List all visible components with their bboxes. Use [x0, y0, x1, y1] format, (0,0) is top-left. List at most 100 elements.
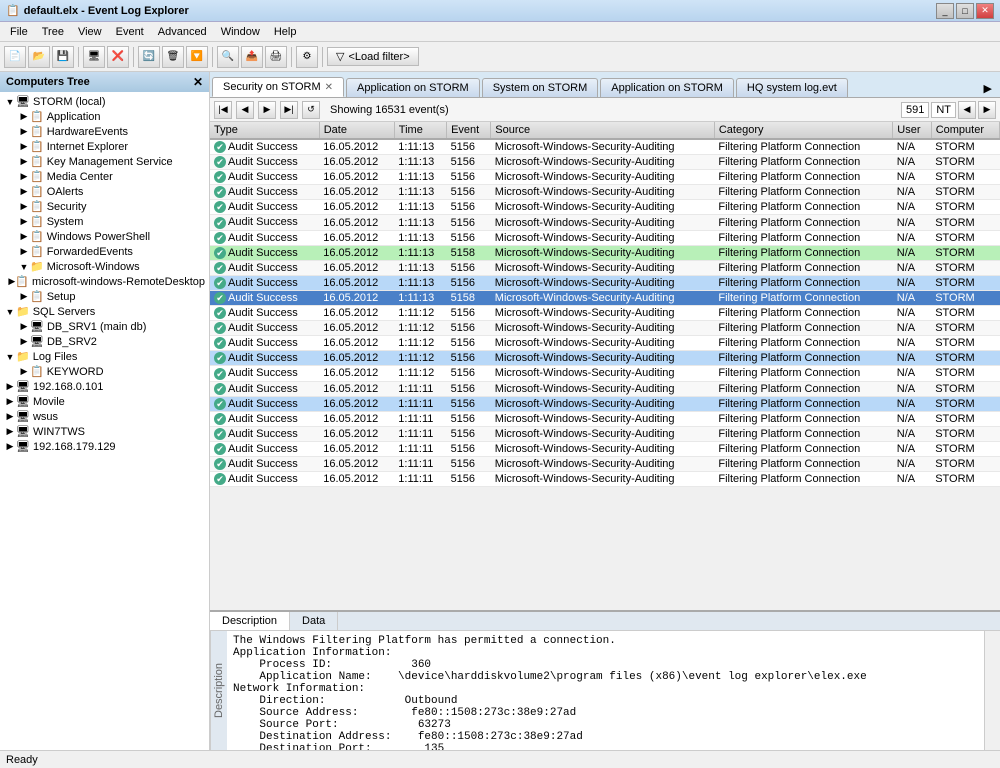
- tree-expand-sqlservers[interactable]: ▼: [4, 307, 16, 317]
- sidebar-item-application[interactable]: ▶📋Application: [2, 109, 207, 124]
- table-row[interactable]: ✔Audit Success16.05.20121:11:115156Micro…: [210, 456, 1000, 471]
- tab-close-0[interactable]: ✕: [325, 82, 333, 93]
- table-row[interactable]: ✔Audit Success16.05.20121:11:115156Micro…: [210, 411, 1000, 426]
- menu-advanced[interactable]: Advanced: [152, 24, 213, 40]
- menu-window[interactable]: Window: [215, 24, 266, 40]
- tree-expand-movie[interactable]: ▶: [4, 396, 16, 407]
- col-computer[interactable]: Computer: [931, 122, 999, 139]
- tab-4[interactable]: HQ system log.evt: [736, 78, 848, 97]
- col-source[interactable]: Source: [491, 122, 715, 139]
- tree-expand-ie[interactable]: ▶: [18, 141, 30, 152]
- table-row[interactable]: ✔Audit Success16.05.20121:11:125156Micro…: [210, 321, 1000, 336]
- nav-first-button[interactable]: |◀: [214, 101, 232, 119]
- table-row[interactable]: ✔Audit Success16.05.20121:11:135156Micro…: [210, 200, 1000, 215]
- sidebar-item-dbmain[interactable]: ▶🖥DB_SRV1 (main db): [2, 319, 207, 334]
- tb-find[interactable]: 🔍: [217, 46, 239, 68]
- col-event[interactable]: Event: [447, 122, 491, 139]
- sidebar-item-mswinremote[interactable]: ▶📋microsoft-windows-RemoteDesktop: [2, 274, 207, 289]
- sidebar-item-fwdevents[interactable]: ▶📋ForwardedEvents: [2, 244, 207, 259]
- sidebar-item-system[interactable]: ▶📋System: [2, 214, 207, 229]
- tab-0[interactable]: Security on STORM✕: [212, 77, 344, 97]
- table-row[interactable]: ✔Audit Success16.05.20121:11:135156Micro…: [210, 230, 1000, 245]
- sidebar-item-mediacenter[interactable]: ▶📋Media Center: [2, 169, 207, 184]
- table-row[interactable]: ✔Audit Success16.05.20121:11:115156Micro…: [210, 381, 1000, 396]
- tree-expand-storm[interactable]: ▼: [4, 97, 16, 107]
- tb-print[interactable]: 🖨: [265, 46, 287, 68]
- tb-filter[interactable]: 🔽: [186, 46, 208, 68]
- sidebar-item-storm[interactable]: ▼🖥STORM (local): [2, 94, 207, 109]
- log-table-container[interactable]: Type Date Time Event Source Category Use…: [210, 122, 1000, 610]
- menu-help[interactable]: Help: [268, 24, 303, 40]
- tree-expand-oalerts[interactable]: ▶: [18, 186, 30, 197]
- tree-expand-dbsrv2[interactable]: ▶: [18, 336, 30, 347]
- table-row[interactable]: ✔Audit Success16.05.20121:11:135156Micro…: [210, 155, 1000, 170]
- tree-expand-kms[interactable]: ▶: [18, 156, 30, 167]
- sidebar-item-keyword[interactable]: ▶📋KEYWORD: [2, 364, 207, 379]
- table-row[interactable]: ✔Audit Success16.05.20121:11:135156Micro…: [210, 260, 1000, 275]
- tb-refresh[interactable]: 🔄: [138, 46, 160, 68]
- tree-expand-mediacenter[interactable]: ▶: [18, 171, 30, 182]
- sidebar-item-win7tws[interactable]: ▶🖥WIN7TWS: [2, 424, 207, 439]
- tree-expand-mswinremote[interactable]: ▶: [8, 276, 15, 287]
- tree-expand-logfiles[interactable]: ▼: [4, 352, 16, 362]
- col-user[interactable]: User: [893, 122, 931, 139]
- sidebar-item-oalerts[interactable]: ▶📋OAlerts: [2, 184, 207, 199]
- table-row[interactable]: ✔Audit Success16.05.20121:11:135156Micro…: [210, 215, 1000, 230]
- close-button[interactable]: ✕: [976, 3, 994, 19]
- sidebar-item-kms[interactable]: ▶📋Key Management Service: [2, 154, 207, 169]
- tree-expand-fwdevents[interactable]: ▶: [18, 246, 30, 257]
- tree-expand-application[interactable]: ▶: [18, 111, 30, 122]
- sidebar-item-dbsrv2[interactable]: ▶🖥DB_SRV2: [2, 334, 207, 349]
- tree-expand-win7tws[interactable]: ▶: [4, 426, 16, 437]
- menu-view[interactable]: View: [72, 24, 108, 40]
- table-row[interactable]: ✔Audit Success16.05.20121:11:135158Micro…: [210, 290, 1000, 305]
- menu-event[interactable]: Event: [110, 24, 150, 40]
- counter-next-button[interactable]: ▶: [978, 101, 996, 119]
- tree-expand-dbmain[interactable]: ▶: [18, 321, 30, 332]
- table-row[interactable]: ✔Audit Success16.05.20121:11:115156Micro…: [210, 472, 1000, 487]
- sidebar-item-logfiles[interactable]: ▼📁Log Files: [2, 349, 207, 364]
- sidebar-item-security[interactable]: ▶📋Security: [2, 199, 207, 214]
- tb-connect[interactable]: 🖥: [83, 46, 105, 68]
- tree-expand-security[interactable]: ▶: [18, 201, 30, 212]
- table-row[interactable]: ✔Audit Success16.05.20121:11:125156Micro…: [210, 336, 1000, 351]
- table-row[interactable]: ✔Audit Success16.05.20121:11:115156Micro…: [210, 426, 1000, 441]
- sidebar-close-button[interactable]: ✕: [193, 75, 203, 89]
- load-filter-button[interactable]: ▽ <Load filter>: [327, 47, 419, 66]
- sidebar-tree[interactable]: ▼🖥STORM (local)▶📋Application▶📋HardwareEv…: [0, 92, 209, 750]
- tab-1[interactable]: Application on STORM: [346, 78, 480, 97]
- tabs-more-button[interactable]: ▶: [978, 80, 998, 97]
- table-row[interactable]: ✔Audit Success16.05.20121:11:135156Micro…: [210, 170, 1000, 185]
- table-row[interactable]: ✔Audit Success16.05.20121:11:135158Micro…: [210, 245, 1000, 260]
- tree-expand-ip1[interactable]: ▶: [4, 381, 16, 392]
- table-row[interactable]: ✔Audit Success16.05.20121:11:135156Micro…: [210, 275, 1000, 290]
- tree-expand-hardwareevents[interactable]: ▶: [18, 126, 30, 137]
- col-date[interactable]: Date: [319, 122, 394, 139]
- nav-last-button[interactable]: ▶|: [280, 101, 298, 119]
- desc-tab-0[interactable]: Description: [210, 612, 290, 630]
- minimize-button[interactable]: _: [936, 3, 954, 19]
- tb-open[interactable]: 📂: [28, 46, 50, 68]
- tab-2[interactable]: System on STORM: [482, 78, 599, 97]
- sidebar-item-wsus[interactable]: ▶🖥wsus: [2, 409, 207, 424]
- sidebar-item-mswin[interactable]: ▼📁Microsoft-Windows: [2, 259, 207, 274]
- tb-export[interactable]: 📤: [241, 46, 263, 68]
- table-row[interactable]: ✔Audit Success16.05.20121:11:135156Micro…: [210, 185, 1000, 200]
- col-type[interactable]: Type: [210, 122, 319, 139]
- sidebar-item-hardwareevents[interactable]: ▶📋HardwareEvents: [2, 124, 207, 139]
- table-row[interactable]: ✔Audit Success16.05.20121:11:125156Micro…: [210, 366, 1000, 381]
- tree-expand-setup[interactable]: ▶: [18, 291, 30, 302]
- menu-file[interactable]: File: [4, 24, 34, 40]
- col-time[interactable]: Time: [394, 122, 446, 139]
- sidebar-item-setup[interactable]: ▶📋Setup: [2, 289, 207, 304]
- tb-disconnect[interactable]: ❌: [107, 46, 129, 68]
- sidebar-item-ip1[interactable]: ▶🖥192.168.0.101: [2, 379, 207, 394]
- col-category[interactable]: Category: [714, 122, 892, 139]
- tree-expand-mswin[interactable]: ▼: [18, 262, 30, 272]
- table-row[interactable]: ✔Audit Success16.05.20121:11:125156Micro…: [210, 306, 1000, 321]
- desc-tab-1[interactable]: Data: [290, 612, 338, 630]
- sidebar-item-sqlservers[interactable]: ▼📁SQL Servers: [2, 304, 207, 319]
- table-row[interactable]: ✔Audit Success16.05.20121:11:135156Micro…: [210, 139, 1000, 155]
- nav-refresh-button[interactable]: ↺: [302, 101, 320, 119]
- tab-3[interactable]: Application on STORM: [600, 78, 734, 97]
